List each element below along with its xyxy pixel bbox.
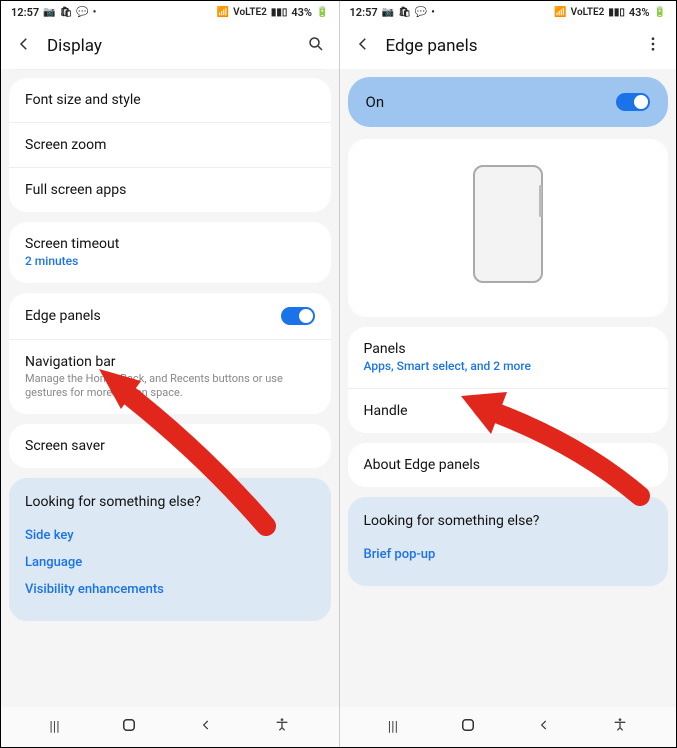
camera-icon: 📷 xyxy=(382,7,394,18)
label-screen-zoom: Screen zoom xyxy=(25,137,315,153)
status-bar: 12:57 📷 🛍 💬 • 📶 VoLTE2 ▮▮▯ 43% 🔋 xyxy=(1,1,339,23)
page-title: Edge panels xyxy=(386,36,629,56)
nav-back-button[interactable] xyxy=(199,718,213,736)
row-about[interactable]: About Edge panels xyxy=(348,443,669,487)
nav-back-button[interactable] xyxy=(537,718,551,736)
right-screen: 12:57 📷 🛍 💬 • 📶 VoLTE2 ▮▮▯ 43% 🔋 Edge pa… xyxy=(339,1,677,747)
sub-panels: Apps, Smart select, and 2 more xyxy=(364,359,653,374)
label-handle: Handle xyxy=(364,403,653,419)
row-panels[interactable]: Panels Apps, Smart select, and 2 more xyxy=(348,327,669,389)
label-screen-saver: Screen saver xyxy=(25,438,315,454)
row-edge-panels[interactable]: Edge panels xyxy=(9,293,331,340)
more-button[interactable] xyxy=(642,35,662,57)
looking-for-card: Looking for something else? Brief pop-up xyxy=(348,497,669,586)
row-font-size[interactable]: Font size and style xyxy=(9,78,331,123)
nav-bar: ||| xyxy=(1,707,339,747)
status-time: 12:57 xyxy=(350,6,378,19)
card-panels: Panels Apps, Smart select, and 2 more Ha… xyxy=(348,327,669,433)
card-about: About Edge panels xyxy=(348,443,669,487)
left-screen: 12:57 📷 🛍 💬 • 📶 VoLTE2 ▮▮▯ 43% 🔋 Display… xyxy=(1,1,339,747)
more-icon: • xyxy=(431,7,435,18)
recents-button[interactable]: ||| xyxy=(49,719,59,735)
sub-screen-timeout: 2 minutes xyxy=(25,254,315,269)
label-on: On xyxy=(366,93,385,111)
search-button[interactable] xyxy=(305,35,325,57)
row-fullscreen-apps[interactable]: Full screen apps xyxy=(9,168,331,212)
signal-icon: ▮▮▯ xyxy=(608,7,625,18)
label-edge-panels: Edge panels xyxy=(25,308,281,324)
toggle-on[interactable] xyxy=(616,93,650,111)
volte-icon: VoLTE2 xyxy=(571,7,605,18)
card-timeout: Screen timeout 2 minutes xyxy=(9,222,331,283)
phone-mock-icon xyxy=(473,165,543,283)
recents-button[interactable]: ||| xyxy=(388,719,398,735)
back-button[interactable] xyxy=(15,35,33,57)
link-language[interactable]: Language xyxy=(25,549,315,576)
label-fullscreen-apps: Full screen apps xyxy=(25,182,315,198)
card-edge-nav: Edge panels Navigation bar Manage the Ho… xyxy=(9,293,331,414)
page-title: Display xyxy=(47,36,291,56)
app-bar: Edge panels xyxy=(340,23,677,69)
row-navigation-bar[interactable]: Navigation bar Manage the Home, Back, an… xyxy=(9,340,331,414)
row-handle[interactable]: Handle xyxy=(348,389,669,433)
app-bar: Display xyxy=(1,23,339,69)
looking-for-title: Looking for something else? xyxy=(364,513,653,529)
label-navigation-bar: Navigation bar xyxy=(25,354,315,370)
label-screen-timeout: Screen timeout xyxy=(25,236,315,252)
message-icon: 💬 xyxy=(76,7,88,18)
toggle-edge-panels[interactable] xyxy=(281,307,315,325)
bag-icon: 🛍 xyxy=(60,7,73,18)
label-font-size: Font size and style xyxy=(25,92,315,108)
back-button[interactable] xyxy=(354,35,372,57)
wifi-icon: 📶 xyxy=(217,7,229,18)
link-visibility[interactable]: Visibility enhancements xyxy=(25,576,315,603)
link-side-key[interactable]: Side key xyxy=(25,522,315,549)
wifi-icon: 📶 xyxy=(554,7,566,18)
preview-area xyxy=(348,139,669,317)
link-brief-popup[interactable]: Brief pop-up xyxy=(364,541,653,568)
nav-bar: ||| xyxy=(340,707,677,747)
status-time: 12:57 xyxy=(11,6,39,19)
row-screen-timeout[interactable]: Screen timeout 2 minutes xyxy=(9,222,331,283)
message-icon: 💬 xyxy=(415,7,427,18)
row-screen-saver[interactable]: Screen saver xyxy=(9,424,331,468)
card-screensaver: Screen saver xyxy=(9,424,331,468)
sub-navigation-bar: Manage the Home, Back, and Recents butto… xyxy=(25,372,315,400)
label-about: About Edge panels xyxy=(364,457,653,473)
looking-for-title: Looking for something else? xyxy=(25,494,315,510)
card-display-1: Font size and style Screen zoom Full scr… xyxy=(9,78,331,212)
camera-icon: 📷 xyxy=(43,7,55,18)
battery-icon: 🔋 xyxy=(654,7,666,18)
home-button[interactable] xyxy=(459,716,477,738)
home-button[interactable] xyxy=(120,716,138,738)
battery-text: 43% xyxy=(629,6,650,19)
accessibility-button[interactable] xyxy=(612,717,628,737)
card-preview xyxy=(348,139,669,317)
battery-icon: 🔋 xyxy=(316,7,328,18)
row-screen-zoom[interactable]: Screen zoom xyxy=(9,123,331,168)
more-icon: • xyxy=(93,7,97,18)
status-bar: 12:57 📷 🛍 💬 • 📶 VoLTE2 ▮▮▯ 43% 🔋 xyxy=(340,1,677,23)
content-area: Font size and style Screen zoom Full scr… xyxy=(1,78,339,707)
accessibility-button[interactable] xyxy=(274,717,290,737)
content-area: On Panels Apps, Smart select, and 2 more… xyxy=(340,77,677,707)
battery-text: 43% xyxy=(291,6,312,19)
bag-icon: 🛍 xyxy=(398,7,411,18)
looking-for-card: Looking for something else? Side key Lan… xyxy=(9,478,331,621)
signal-icon: ▮▮▯ xyxy=(271,7,288,18)
row-on-toggle[interactable]: On xyxy=(348,77,669,127)
volte-icon: VoLTE2 xyxy=(233,7,267,18)
label-panels: Panels xyxy=(364,341,653,357)
